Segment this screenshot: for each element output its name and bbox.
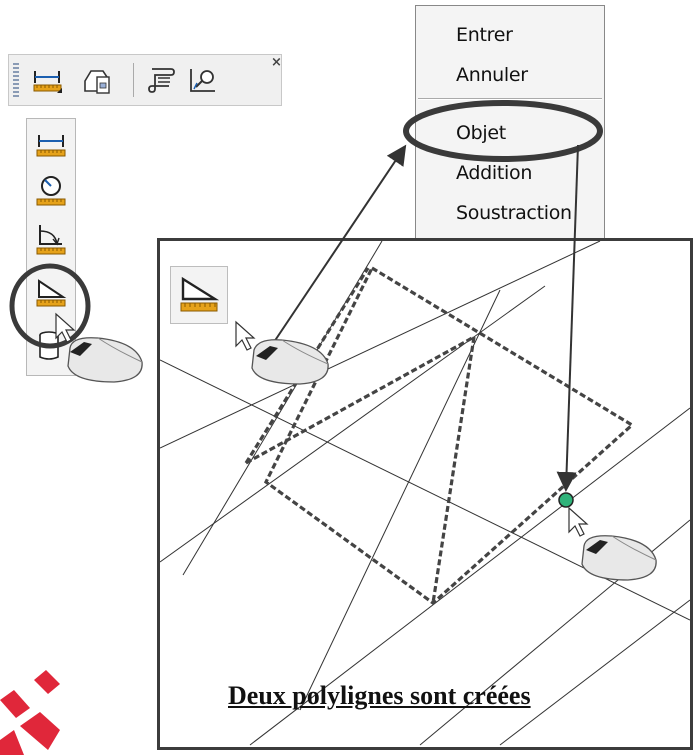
- logo-mark: [0, 670, 60, 755]
- polyline-1: [263, 265, 635, 606]
- highlight-ring-area-tool: [9, 263, 91, 349]
- mouse-icon: [67, 337, 143, 383]
- pointer-cursor-icon: [568, 506, 589, 537]
- construction-lines: [160, 241, 690, 746]
- pick-point: [558, 492, 574, 508]
- mouse-icon: [581, 535, 657, 581]
- polyline-edge: [431, 336, 476, 604]
- highlight-ring-objet: [403, 100, 603, 162]
- annotation-overlay: [0, 100, 690, 755]
- pointer-cursor-icon: [235, 320, 256, 351]
- arrow-to-point: [556, 144, 579, 492]
- polylines: [244, 265, 635, 606]
- mouse-icon: [251, 339, 329, 385]
- canvas-caption: Deux polylignes sont créées: [228, 681, 531, 710]
